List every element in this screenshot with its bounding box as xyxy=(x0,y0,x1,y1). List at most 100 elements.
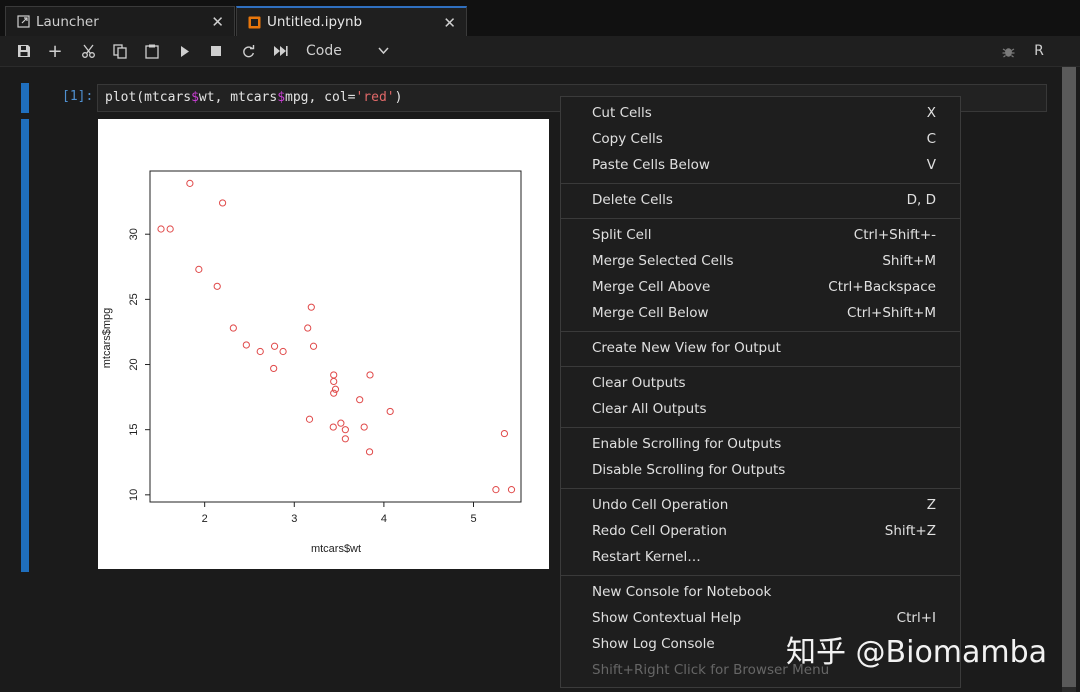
data-point xyxy=(304,324,312,332)
data-point xyxy=(365,448,374,456)
tab-label: Untitled.ipynb xyxy=(267,14,363,30)
code-token: ) xyxy=(394,90,403,105)
data-point xyxy=(330,377,338,386)
close-icon[interactable]: ✕ xyxy=(443,14,456,32)
menu-item-label: Show Log Console xyxy=(592,636,715,652)
menu-item-shortcut: Ctrl+Backspace xyxy=(828,279,936,295)
menu-item-label: Cut Cells xyxy=(592,105,652,121)
y-tick-label: 25 xyxy=(128,293,140,305)
menu-item-shortcut: C xyxy=(926,131,936,147)
menu-item[interactable]: Clear Outputs xyxy=(561,371,960,397)
x-tick-label: 5 xyxy=(470,513,476,525)
data-point xyxy=(186,179,194,187)
cell-type-select[interactable]: Code xyxy=(306,41,389,61)
data-point xyxy=(360,423,368,431)
x-tick-label: 4 xyxy=(381,513,387,525)
menu-item[interactable]: Merge Selected Cells Shift+M xyxy=(561,249,960,275)
menu-item[interactable]: Clear All Outputs xyxy=(561,397,960,423)
launcher-icon xyxy=(16,15,30,29)
menu-item[interactable]: Create New View for Output xyxy=(561,336,960,362)
data-point xyxy=(366,371,374,379)
menu-item-label: Split Cell xyxy=(592,227,652,243)
menu-item-label: Clear Outputs xyxy=(592,375,686,391)
stop-icon[interactable] xyxy=(207,41,225,61)
kernel-name[interactable]: R xyxy=(1030,41,1048,61)
menu-item-label: Enable Scrolling for Outputs xyxy=(592,436,782,452)
menu-item[interactable]: New Console for Notebook xyxy=(561,580,960,606)
copy-icon[interactable] xyxy=(110,41,130,61)
data-point xyxy=(166,225,174,233)
notebook-toolbar: + Code R xyxy=(0,36,1080,67)
y-axis-label: mtcars$mpg xyxy=(101,308,113,369)
plot-frame xyxy=(149,170,522,503)
run-icon[interactable] xyxy=(176,41,194,61)
plot-output: 2 3 4 5 10 15 20 25 30 mtcars$wt mtcars$mpg xyxy=(98,119,549,569)
menu-item-label: Disable Scrolling for Outputs xyxy=(592,462,786,478)
tab-launcher[interactable]: Launcher ✕ xyxy=(5,6,235,36)
menu-item-shortcut: Shift+Z xyxy=(884,523,936,539)
data-point xyxy=(229,324,237,332)
data-point xyxy=(157,225,165,233)
save-icon[interactable] xyxy=(15,41,33,61)
code-token: plot(mtcars xyxy=(105,90,192,105)
menu-item[interactable]: Undo Cell Operation Z xyxy=(561,493,960,519)
data-point xyxy=(337,419,345,427)
data-point xyxy=(500,429,509,438)
menu-item-label: Show Contextual Help xyxy=(592,610,742,626)
code-operator: $ xyxy=(277,90,286,105)
menu-item-label: Merge Cell Below xyxy=(592,305,709,321)
y-tick-label: 20 xyxy=(128,358,140,370)
menu-item[interactable]: Split Cell Ctrl+Shift+- xyxy=(561,223,960,249)
menu-separator xyxy=(561,366,960,367)
menu-separator xyxy=(561,331,960,332)
watermark: 知乎 @Biomamba xyxy=(786,635,1048,670)
data-point xyxy=(492,486,500,494)
chevron-down-icon xyxy=(378,43,389,59)
menu-item-label: New Console for Notebook xyxy=(592,584,772,600)
output-collapser[interactable] xyxy=(21,119,29,572)
data-point xyxy=(256,347,264,356)
close-icon[interactable]: ✕ xyxy=(211,13,224,31)
add-icon[interactable]: + xyxy=(46,41,64,62)
x-axis-label: mtcars$wt xyxy=(311,543,361,555)
bug-icon[interactable] xyxy=(999,41,1017,61)
menu-item[interactable]: Paste Cells Below V xyxy=(561,153,960,179)
menu-item[interactable]: Disable Scrolling for Outputs xyxy=(561,458,960,484)
menu-item-shortcut: Ctrl+Shift+- xyxy=(853,227,936,243)
y-tick-label: 10 xyxy=(128,489,140,501)
menu-item-label: Undo Cell Operation xyxy=(592,497,729,513)
context-menu: Cut Cells X Copy Cells C Paste Cells Below V D… xyxy=(560,96,961,688)
data-point xyxy=(331,385,340,393)
paste-icon[interactable] xyxy=(142,41,162,61)
menu-item-shortcut: X xyxy=(926,105,936,121)
menu-separator xyxy=(561,575,960,576)
menu-item[interactable]: Delete Cells D, D xyxy=(561,188,960,214)
data-point xyxy=(309,342,318,350)
data-point xyxy=(242,341,250,349)
menu-item[interactable]: Restart Kernel… xyxy=(561,545,960,571)
input-prompt: [1]: xyxy=(62,89,94,104)
menu-item[interactable]: Cut Cells X xyxy=(561,101,960,127)
tab-notebook[interactable]: Untitled.ipynb ✕ xyxy=(236,6,467,36)
data-point xyxy=(279,347,287,356)
input-collapser[interactable] xyxy=(21,83,29,113)
menu-separator xyxy=(561,183,960,184)
cut-icon[interactable] xyxy=(78,41,98,61)
menu-item[interactable]: Copy Cells C xyxy=(561,127,960,153)
code-operator: $ xyxy=(191,90,199,105)
menu-item-label: Clear All Outputs xyxy=(592,401,707,417)
menu-item[interactable]: Merge Cell Below Ctrl+Shift+M xyxy=(561,301,960,327)
tab-bar: Launcher ✕ Untitled.ipynb ✕ xyxy=(0,0,1080,36)
scrollbar-thumb[interactable] xyxy=(1062,67,1076,687)
menu-item[interactable]: Merge Cell Above Ctrl+Backspace xyxy=(561,275,960,301)
restart-icon[interactable] xyxy=(239,41,257,61)
menu-item[interactable]: Redo Cell Operation Shift+Z xyxy=(561,519,960,545)
menu-item-label: Restart Kernel… xyxy=(592,549,701,565)
menu-item[interactable]: Enable Scrolling for Outputs xyxy=(561,432,960,458)
fast-forward-icon[interactable] xyxy=(271,41,291,61)
data-point xyxy=(307,303,315,311)
menu-item-label: Merge Selected Cells xyxy=(592,253,734,269)
menu-item-label: Merge Cell Above xyxy=(592,279,711,295)
code-token: mpg, col= xyxy=(285,90,356,105)
menu-item-label: Create New View for Output xyxy=(592,340,781,356)
